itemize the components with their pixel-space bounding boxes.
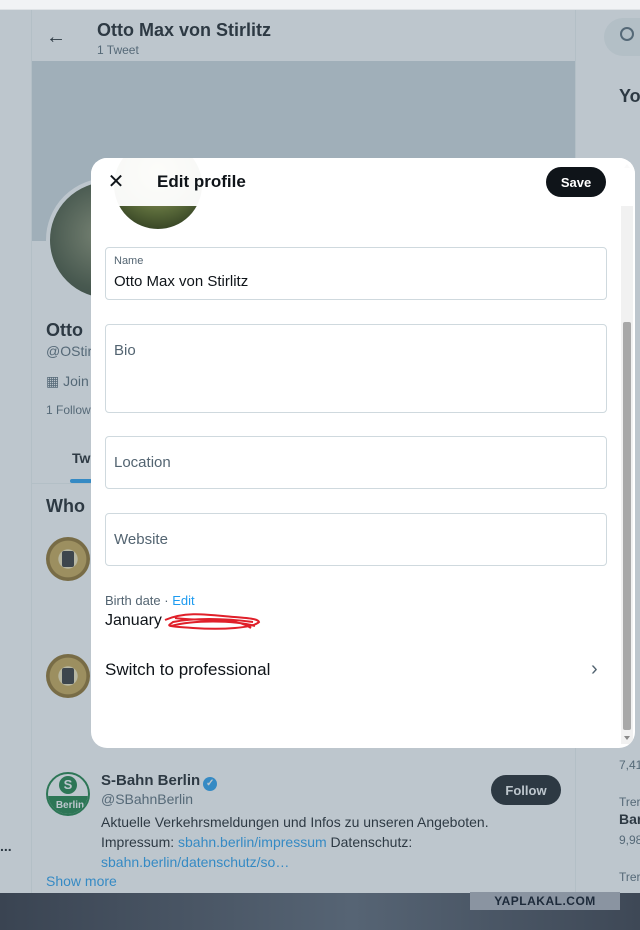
switch-to-professional-row[interactable]: Switch to professional › bbox=[91, 648, 619, 692]
scroll-down-arrow[interactable] bbox=[624, 736, 630, 740]
birth-date-label-text: Birth date bbox=[105, 593, 161, 608]
website-placeholder: Website bbox=[114, 531, 168, 548]
name-label: Name bbox=[114, 255, 144, 267]
birth-date-separator: · bbox=[160, 593, 173, 608]
bio-field[interactable]: Bio bbox=[105, 324, 607, 413]
bio-placeholder: Bio bbox=[114, 342, 136, 359]
browser-top-strip bbox=[0, 0, 640, 10]
birth-date-label: Birth date · Edit bbox=[105, 593, 195, 608]
scroll-thumb[interactable] bbox=[623, 322, 631, 730]
save-button[interactable]: Save bbox=[546, 167, 606, 197]
close-icon[interactable]: ✕ bbox=[103, 169, 129, 195]
location-field[interactable]: Location bbox=[105, 436, 607, 489]
birth-date-value: January bbox=[105, 612, 162, 629]
edit-profile-dialog: ✕ Edit profile Save Name Otto Max von St… bbox=[91, 158, 635, 748]
location-placeholder: Location bbox=[114, 454, 171, 471]
chevron-right-icon: › bbox=[591, 658, 598, 680]
switch-to-professional-label: Switch to professional bbox=[105, 660, 271, 679]
dialog-title: Edit profile bbox=[157, 172, 246, 191]
website-field[interactable]: Website bbox=[105, 513, 607, 566]
dialog-scrollbar[interactable] bbox=[621, 162, 633, 744]
redaction-scribble bbox=[164, 613, 261, 630]
birth-date-edit-link[interactable]: Edit bbox=[172, 593, 194, 608]
name-field[interactable]: Name Otto Max von Stirlitz bbox=[105, 247, 607, 300]
watermark: YAPLAKAL.COM bbox=[470, 892, 620, 910]
dialog-header: ✕ Edit profile Save bbox=[91, 158, 635, 206]
name-input[interactable]: Otto Max von Stirlitz bbox=[114, 273, 248, 290]
